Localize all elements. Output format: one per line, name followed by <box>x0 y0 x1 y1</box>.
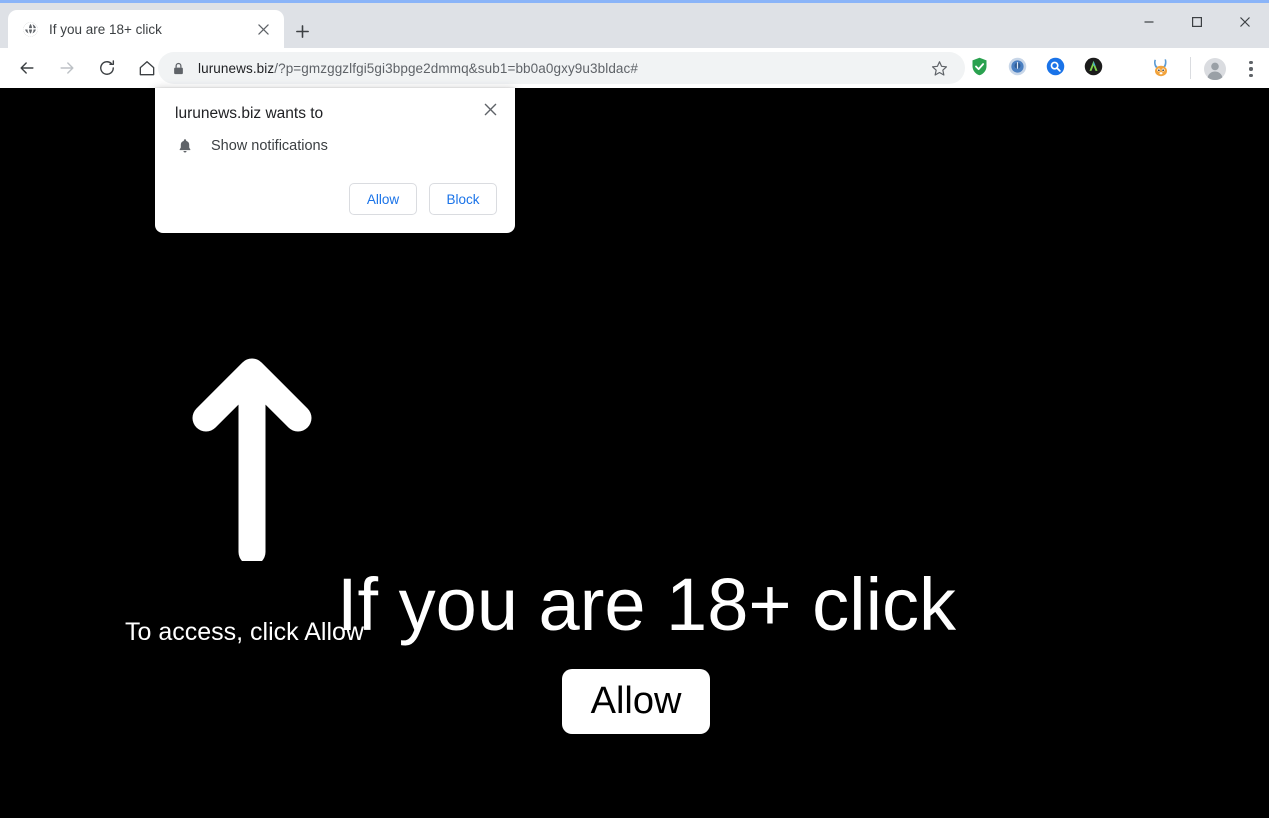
page-subtext: To access, click Allow <box>125 618 364 646</box>
profile-avatar[interactable] <box>1202 56 1228 82</box>
forward-button <box>50 51 84 85</box>
permission-request-label: Show notifications <box>211 138 328 154</box>
url-domain: lurunews.biz <box>198 60 275 76</box>
page-headline: If you are 18+ click <box>337 563 957 646</box>
tab-title: If you are 18+ click <box>49 21 162 37</box>
minimize-button[interactable] <box>1125 6 1173 38</box>
bookmark-star-icon[interactable] <box>925 54 953 82</box>
reload-button[interactable] <box>90 51 124 85</box>
url-path: /?p=gmzggzlfgi5gi3bpge2dmmq&sub1=bb0a0gx… <box>274 60 638 76</box>
browser-window: If you are 18+ click lurunews.biz/?p=gmz… <box>0 0 1269 818</box>
tab-strip: If you are 18+ click <box>0 3 1269 48</box>
close-window-button[interactable] <box>1221 6 1269 38</box>
window-controls <box>1125 6 1269 38</box>
address-bar-url: lurunews.biz/?p=gmzggzlfgi5gi3bpge2dmmq&… <box>198 61 638 76</box>
menu-dot <box>1249 67 1253 71</box>
chrome-menu-button[interactable] <box>1240 56 1262 82</box>
back-button[interactable] <box>10 51 44 85</box>
extensions-row <box>968 55 1104 77</box>
browser-tab[interactable]: If you are 18+ click <box>8 10 284 48</box>
rabbit-mascot-extension-icon[interactable] <box>1148 56 1174 82</box>
allow-button[interactable]: Allow <box>349 183 417 215</box>
lock-icon[interactable] <box>164 54 192 82</box>
permission-dialog-title: lurunews.biz wants to <box>175 105 324 122</box>
new-tab-button[interactable] <box>288 17 316 45</box>
blue-circle-extension-icon[interactable] <box>1006 55 1028 77</box>
maximize-button[interactable] <box>1173 6 1221 38</box>
permission-dialog-actions: Allow Block <box>349 183 497 215</box>
search-extension-icon[interactable] <box>1044 55 1066 77</box>
menu-dot <box>1249 60 1253 65</box>
page-allow-button[interactable]: Allow <box>562 669 710 734</box>
arrow-up-icon <box>190 356 314 566</box>
block-button[interactable]: Block <box>429 183 497 215</box>
shield-check-extension-icon[interactable] <box>968 55 990 77</box>
notification-permission-dialog: lurunews.biz wants to Show notifications… <box>155 88 515 233</box>
bell-icon <box>175 136 195 156</box>
permission-request-row: Show notifications <box>175 136 328 156</box>
close-icon[interactable] <box>476 95 504 123</box>
tab-close-icon[interactable] <box>255 21 272 38</box>
globe-icon <box>21 20 39 38</box>
toolbar-divider <box>1190 57 1191 79</box>
avast-a-extension-icon[interactable] <box>1082 55 1104 77</box>
address-bar[interactable]: lurunews.biz/?p=gmzggzlfgi5gi3bpge2dmmq&… <box>158 52 965 84</box>
menu-dot <box>1249 73 1253 78</box>
